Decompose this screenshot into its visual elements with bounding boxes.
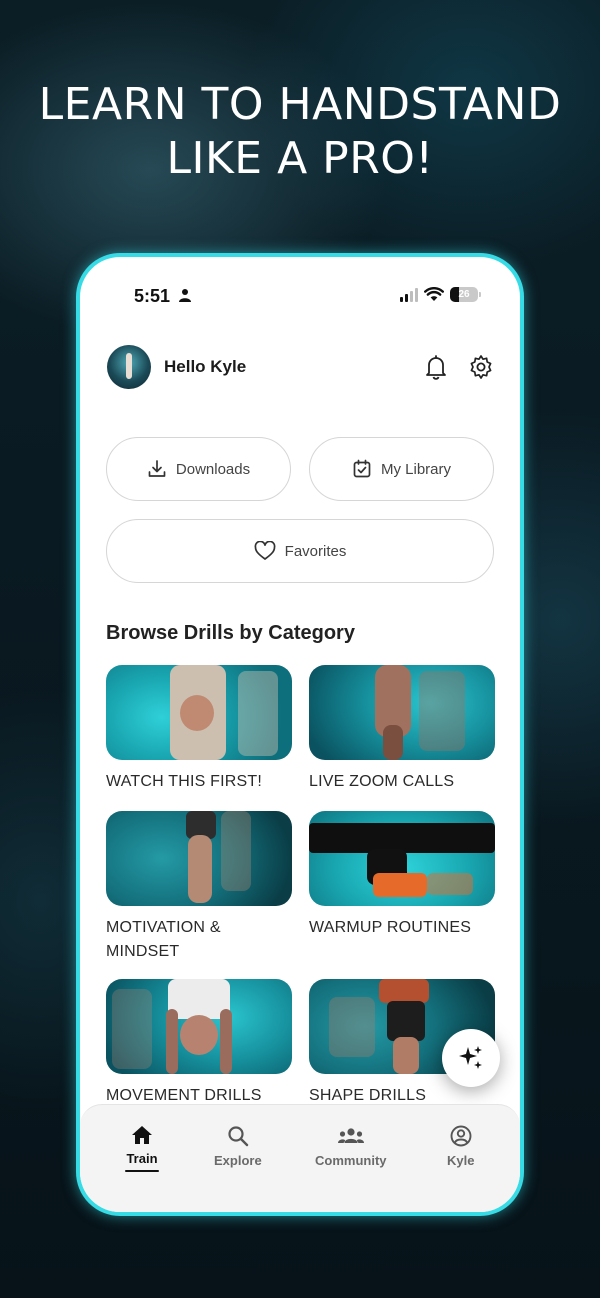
- battery-icon: 26: [450, 287, 481, 302]
- favorites-label: Favorites: [284, 542, 347, 560]
- category-card-warmup-routines[interactable]: WARMUP ROUTINES: [309, 811, 495, 940]
- status-time: 5:51: [134, 286, 171, 306]
- headline: LEARN TO HANDSTAND LIKE A PRO!: [0, 78, 600, 186]
- greeting-text: Hello Kyle: [164, 357, 247, 376]
- status-indicators: 26: [400, 287, 481, 302]
- profile-icon: [450, 1125, 472, 1147]
- status-bar: 5:51 26: [80, 257, 520, 327]
- search-icon: [228, 1126, 249, 1147]
- greeting-row: Hello Kyle: [107, 345, 246, 389]
- category-thumbnail: [106, 811, 292, 906]
- avatar[interactable]: [107, 345, 151, 389]
- person-icon: [179, 289, 191, 302]
- my-library-label: My Library: [380, 460, 451, 478]
- calendar-check-icon: [353, 459, 371, 478]
- header-actions: [424, 354, 494, 380]
- sparkle-icon: [459, 1046, 482, 1069]
- heart-icon: [254, 541, 276, 560]
- category-label: WATCH THIS FIRST!: [106, 773, 262, 790]
- active-tab-indicator: [125, 1170, 159, 1172]
- wifi-icon: [424, 287, 444, 301]
- category-thumbnail: [309, 811, 495, 906]
- category-thumbnail: [309, 665, 495, 760]
- downloads-label: Downloads: [175, 460, 251, 478]
- downloads-button[interactable]: Downloads: [106, 437, 291, 501]
- category-card-movement-drills[interactable]: MOVEMENT DRILLS: [106, 979, 292, 1108]
- bottom-tab-bar: Train Explore Community Kyle: [80, 1104, 520, 1212]
- signal-icon: [400, 287, 418, 302]
- category-card-motivation-mindset[interactable]: MOTIVATION & MINDSET: [106, 811, 292, 964]
- tab-kyle-label: Kyle: [447, 1153, 475, 1168]
- category-label: LIVE ZOOM CALLS: [309, 773, 455, 790]
- community-icon: [337, 1128, 364, 1143]
- category-card-watch-this-first[interactable]: WATCH THIS FIRST!: [106, 665, 292, 794]
- category-thumbnail: [106, 665, 292, 760]
- tab-kyle[interactable]: Kyle: [447, 1125, 474, 1168]
- headline-line-1: LEARN TO HANDSTAND: [38, 79, 562, 130]
- category-label: WARMUP ROUTINES: [309, 919, 472, 936]
- tab-community[interactable]: Community: [315, 1125, 387, 1168]
- section-title: Browse Drills by Category: [106, 622, 355, 644]
- home-icon: [132, 1126, 152, 1144]
- battery-level: 26: [458, 289, 470, 300]
- tab-explore[interactable]: Explore: [214, 1125, 262, 1168]
- category-thumbnail: [106, 979, 292, 1074]
- my-library-button[interactable]: My Library: [309, 437, 494, 501]
- category-card-live-zoom-calls[interactable]: LIVE ZOOM CALLS: [309, 665, 495, 794]
- phone-frame: 5:51 26 Hello Kyle Downloads My Library …: [76, 253, 524, 1216]
- tab-train-label: Train: [126, 1151, 158, 1166]
- gear-icon[interactable]: [468, 354, 494, 380]
- headline-line-2: LIKE A PRO!: [166, 133, 434, 184]
- tab-explore-label: Explore: [214, 1153, 262, 1168]
- category-label: MOTIVATION & MINDSET: [106, 919, 221, 960]
- favorites-button[interactable]: Favorites: [106, 519, 494, 583]
- bell-icon[interactable]: [424, 354, 448, 380]
- tab-train[interactable]: Train: [125, 1125, 159, 1172]
- tab-community-label: Community: [315, 1153, 387, 1168]
- download-icon: [148, 460, 166, 477]
- ai-assistant-button[interactable]: [442, 1029, 500, 1087]
